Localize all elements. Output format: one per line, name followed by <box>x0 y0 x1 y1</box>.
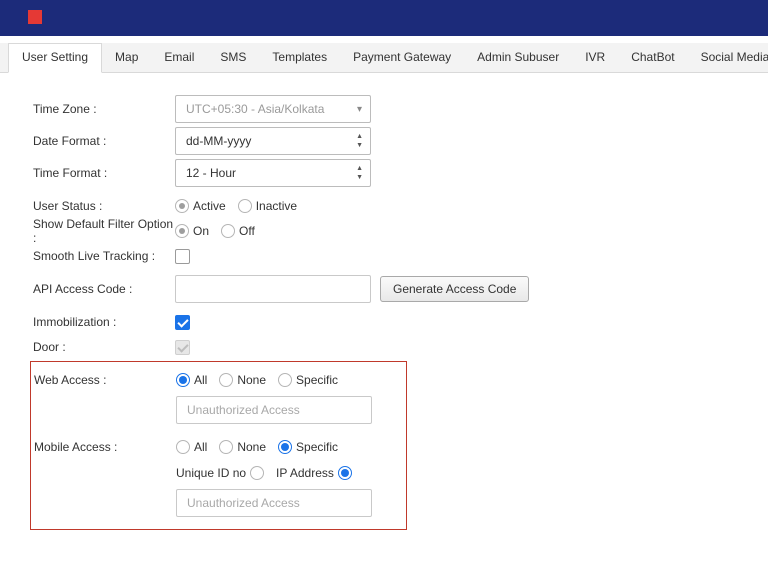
door-label: Door : <box>33 340 175 354</box>
tab-sms[interactable]: SMS <box>207 43 259 72</box>
app-header <box>0 0 768 36</box>
form-row-smooth-live-tracking: Smooth Live Tracking : <box>33 246 768 266</box>
user-status-inactive-radio[interactable] <box>238 199 252 213</box>
unique-id-radio[interactable] <box>250 466 264 480</box>
smooth-live-tracking-checkbox[interactable] <box>175 249 190 264</box>
ip-address-radio[interactable] <box>338 466 352 480</box>
web-access-none-label: None <box>237 373 266 387</box>
mobile-access-all-label: All <box>194 440 207 454</box>
web-access-all-label: All <box>194 373 207 387</box>
tab-bar: User Setting Map Email SMS Templates Pay… <box>0 43 768 73</box>
mobile-access-all-radio[interactable] <box>176 440 190 454</box>
tab-admin-subuser[interactable]: Admin Subuser <box>464 43 572 72</box>
tab-user-setting[interactable]: User Setting <box>8 43 102 73</box>
form-row-user-status: User Status : Active Inactive <box>33 196 768 216</box>
time-zone-select[interactable]: UTC+05:30 - Asia/Kolkata ▾ <box>175 95 371 123</box>
user-setting-form: Time Zone : UTC+05:30 - Asia/Kolkata ▾ D… <box>0 73 768 530</box>
tab-templates[interactable]: Templates <box>259 43 340 72</box>
api-access-code-input[interactable] <box>175 275 371 303</box>
door-checkbox[interactable] <box>175 340 190 355</box>
date-format-select[interactable]: dd-MM-yyyy ▲▼ <box>175 127 371 155</box>
web-access-specific-label: Specific <box>296 373 338 387</box>
date-format-value: dd-MM-yyyy <box>186 134 251 148</box>
web-access-label: Web Access : <box>34 373 176 387</box>
user-status-active-label: Active <box>193 199 226 213</box>
form-row-date-format: Date Format : dd-MM-yyyy ▲▼ <box>33 127 768 155</box>
mobile-access-specific-label: Specific <box>296 440 338 454</box>
user-status-inactive-label: Inactive <box>256 199 297 213</box>
mobile-access-label: Mobile Access : <box>34 440 176 454</box>
tab-social-media-api[interactable]: Social Media API <box>688 43 768 72</box>
ip-address-label: IP Address <box>276 466 334 480</box>
form-row-time-format: Time Format : 12 - Hour ▲▼ <box>33 159 768 187</box>
user-status-active-radio[interactable] <box>175 199 189 213</box>
web-access-specific-radio[interactable] <box>278 373 292 387</box>
tab-email[interactable]: Email <box>151 43 207 72</box>
mobile-access-specific-radio[interactable] <box>278 440 292 454</box>
time-format-label: Time Format : <box>33 166 175 180</box>
spinner-arrows-icon: ▲▼ <box>356 132 363 150</box>
unique-id-label: Unique ID no <box>176 466 246 480</box>
form-row-web-access: Web Access : All None Specific <box>34 370 406 390</box>
form-row-mobile-access-input <box>34 489 406 517</box>
logo-icon <box>28 10 42 24</box>
access-settings-highlight-box: Web Access : All None Specific <box>30 361 407 530</box>
form-row-time-zone: Time Zone : UTC+05:30 - Asia/Kolkata ▾ <box>33 95 768 123</box>
tab-chatbot[interactable]: ChatBot <box>618 43 687 72</box>
filter-on-label: On <box>193 224 209 238</box>
time-zone-value: UTC+05:30 - Asia/Kolkata <box>186 102 324 116</box>
form-row-mobile-access: Mobile Access : All None Specific <box>34 437 406 457</box>
user-status-label: User Status : <box>33 199 175 213</box>
filter-on-radio[interactable] <box>175 224 189 238</box>
mobile-access-none-radio[interactable] <box>219 440 233 454</box>
filter-off-radio[interactable] <box>221 224 235 238</box>
time-format-value: 12 - Hour <box>186 166 236 180</box>
form-row-show-default-filter: Show Default Filter Option : On Off <box>33 221 768 241</box>
immobilization-checkbox[interactable] <box>175 315 190 330</box>
api-access-code-label: API Access Code : <box>33 282 175 296</box>
date-format-label: Date Format : <box>33 134 175 148</box>
immobilization-label: Immobilization : <box>33 315 175 329</box>
spinner-arrows-icon: ▲▼ <box>356 164 363 182</box>
generate-access-code-button[interactable]: Generate Access Code <box>380 276 529 302</box>
tab-payment-gateway[interactable]: Payment Gateway <box>340 43 464 72</box>
tab-ivr[interactable]: IVR <box>572 43 618 72</box>
time-format-select[interactable]: 12 - Hour ▲▼ <box>175 159 371 187</box>
form-row-mobile-access-id-type: Unique ID no IP Address <box>34 463 406 483</box>
page: User Setting Map Email SMS Templates Pay… <box>0 0 768 573</box>
form-row-door: Door : <box>33 337 768 357</box>
mobile-access-none-label: None <box>237 440 266 454</box>
chevron-down-icon: ▾ <box>357 104 362 115</box>
filter-off-label: Off <box>239 224 255 238</box>
form-row-api-access-code: API Access Code : Generate Access Code <box>33 275 768 303</box>
form-row-web-access-input <box>34 396 406 424</box>
tab-map[interactable]: Map <box>102 43 151 72</box>
show-default-filter-label: Show Default Filter Option : <box>33 217 175 245</box>
web-access-none-radio[interactable] <box>219 373 233 387</box>
web-access-unauthorized-input[interactable] <box>176 396 372 424</box>
web-access-all-radio[interactable] <box>176 373 190 387</box>
form-row-immobilization: Immobilization : <box>33 312 768 332</box>
mobile-access-unauthorized-input[interactable] <box>176 489 372 517</box>
smooth-live-tracking-label: Smooth Live Tracking : <box>33 249 175 263</box>
time-zone-label: Time Zone : <box>33 102 175 116</box>
